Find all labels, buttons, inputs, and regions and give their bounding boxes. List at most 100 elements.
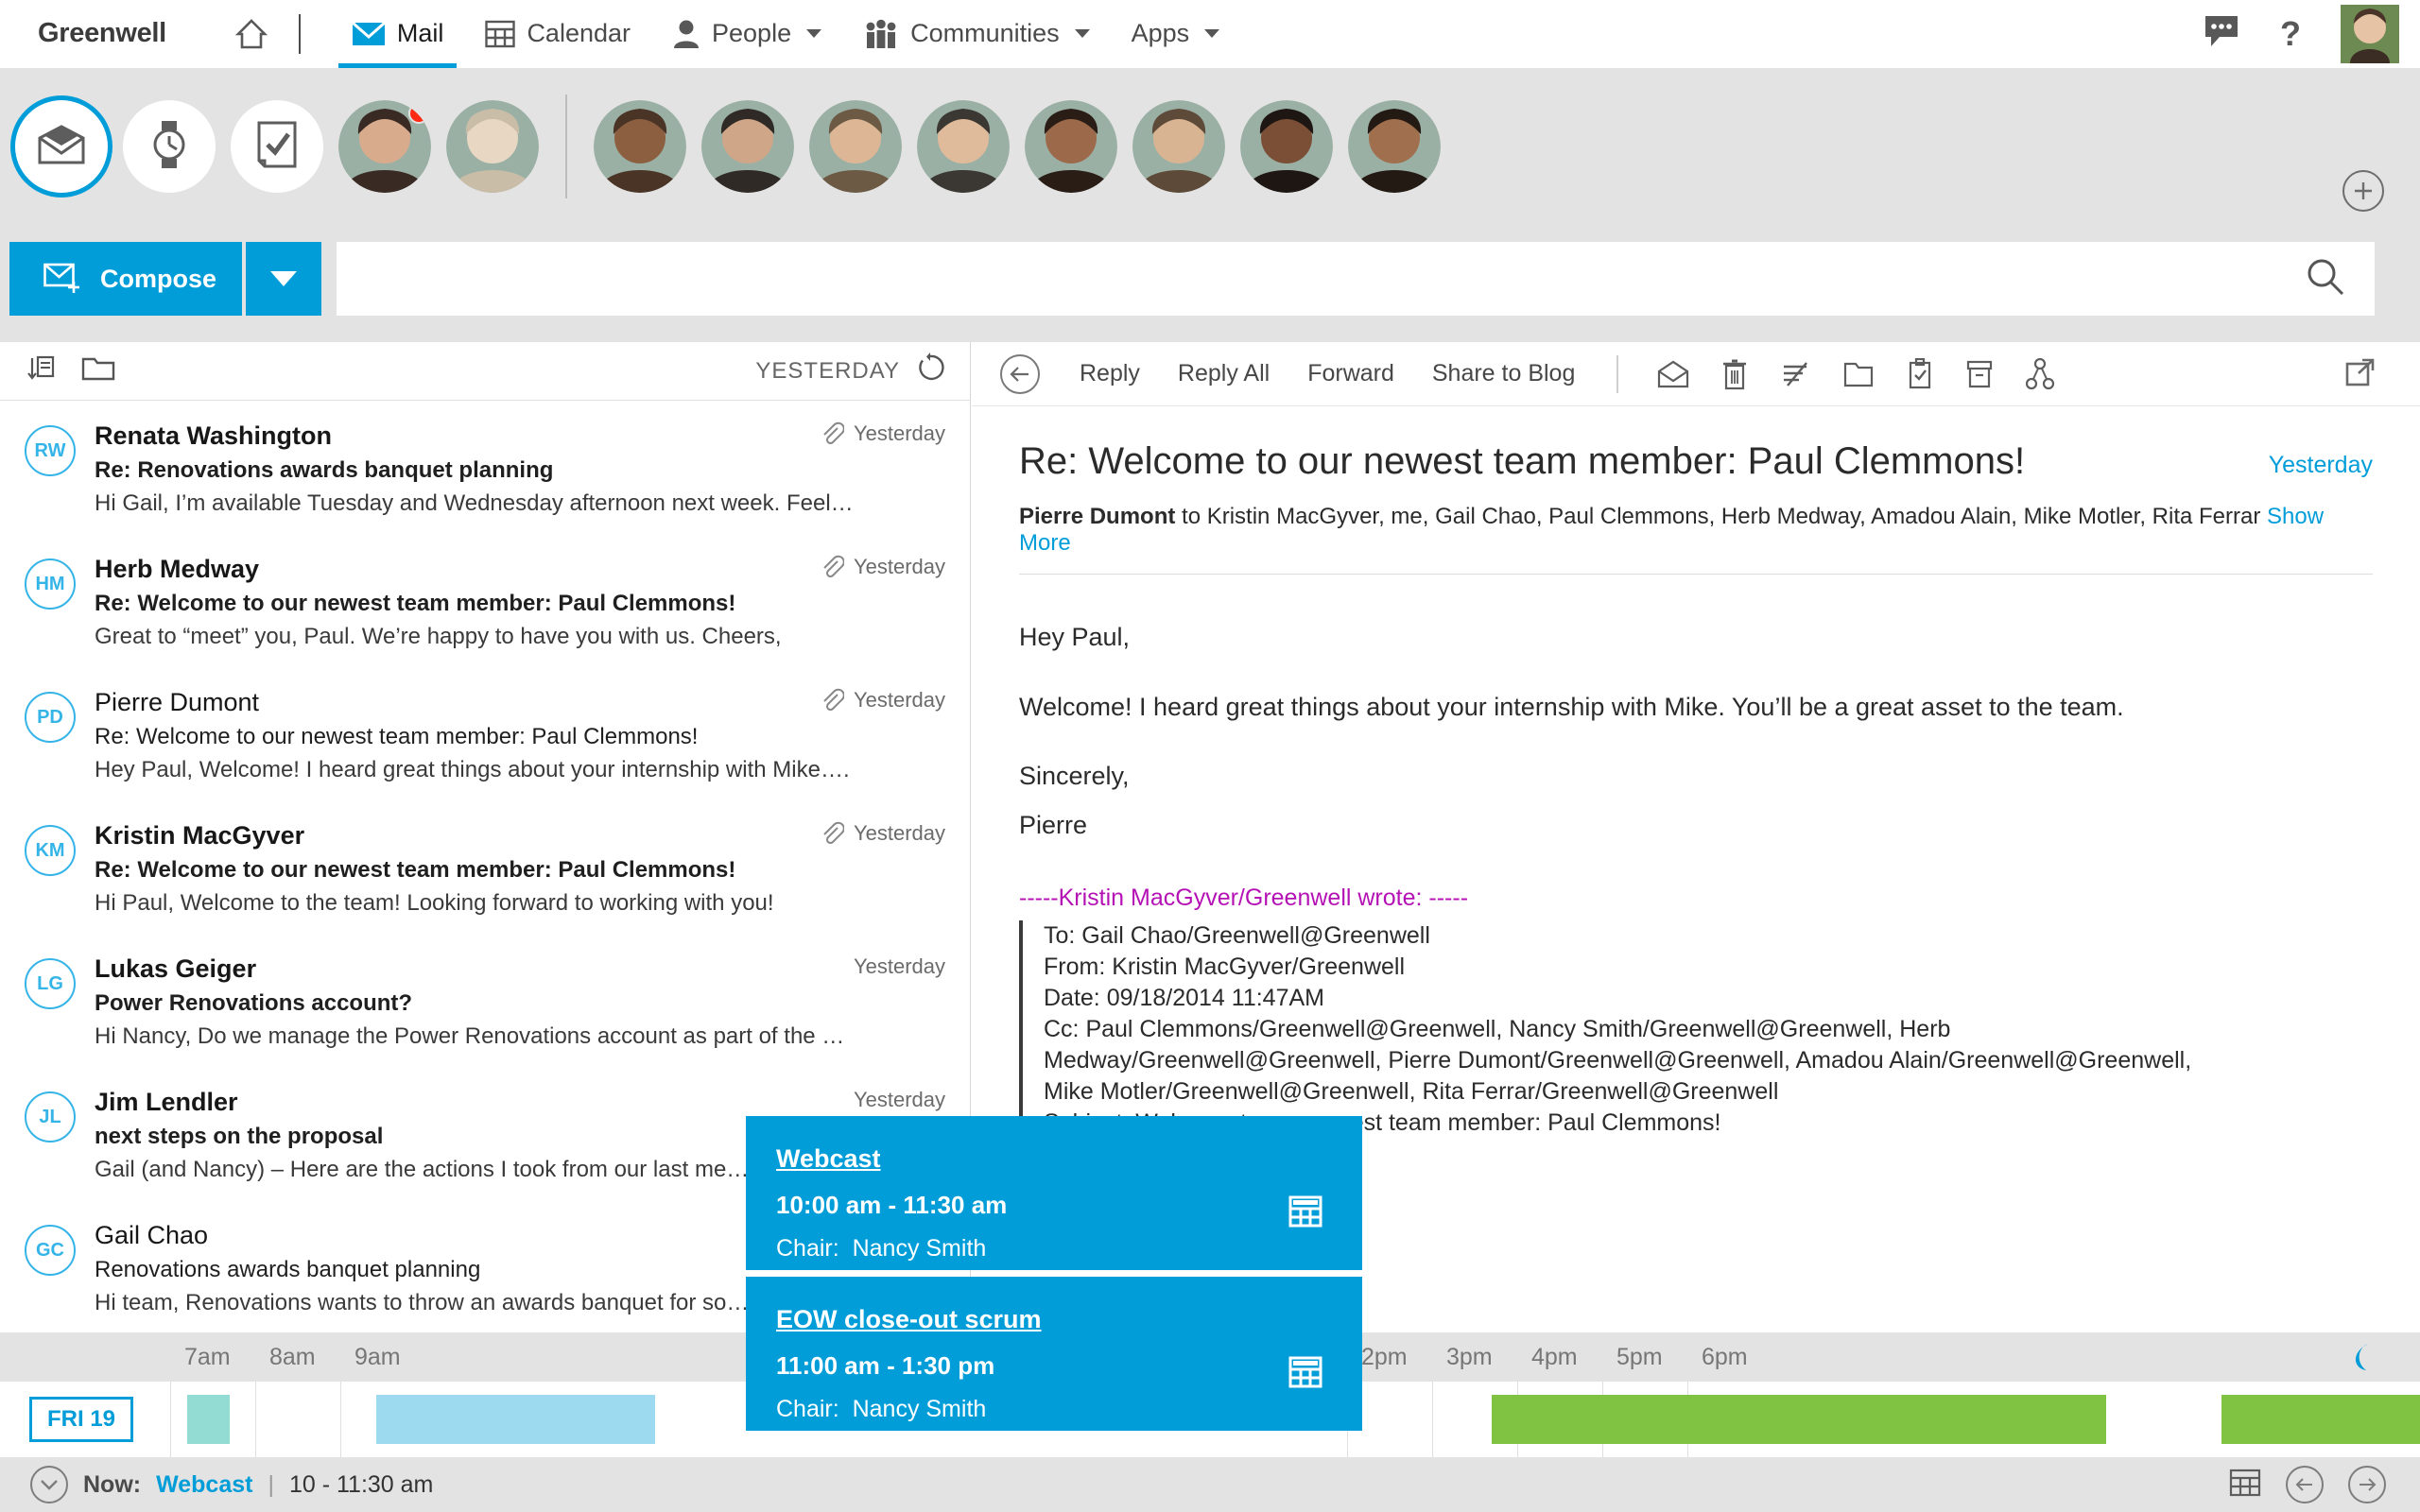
message-sender: Herb Medway [95,555,260,583]
chevron-down-icon [1074,29,1090,38]
avatar-tile-task-check-icon[interactable] [231,100,323,193]
next-arrow-icon[interactable] [2348,1466,2386,1503]
event-time: 11:00 am - 1:30 pm [776,1351,995,1380]
add-task-icon[interactable] [1891,357,1949,390]
message-preview: Great to “meet” you, Paul. We’re happy t… [95,624,782,649]
chat-bubble-icon[interactable] [2203,13,2240,54]
attachment-icon [823,555,844,578]
quoted-line: Date: 09/18/2014 11:47AM [1044,985,1324,1012]
message-list-item[interactable]: LG Lukas Geiger Yesterday Power Renovations… [0,934,970,1067]
message-list-item[interactable]: KM Kristin MacGyver Yesterday Re: Welcome t… [0,800,970,934]
delete-trash-icon[interactable] [1705,358,1764,390]
refresh-icon[interactable] [915,352,945,389]
message-list-item[interactable]: PD Pierre Dumont Yesterday Re: Welcome to o… [0,667,970,800]
folder-icon[interactable] [81,353,115,388]
move-to-folder-icon[interactable] [1826,360,1891,388]
now-event-link[interactable]: Webcast [156,1471,252,1499]
contact-avatar-2[interactable] [446,100,539,193]
timeline-event-block[interactable] [187,1395,230,1444]
reading-pane-header: Re: Welcome to our newest team member: P… [972,406,2420,557]
search-icon[interactable] [2305,256,2346,302]
popout-icon[interactable] [2327,358,2392,390]
forward-button[interactable]: Forward [1288,360,1413,387]
timeline-hour-label: 4pm [1531,1344,1578,1370]
message-list-toolbar: YESTERDAY [0,342,970,401]
timeline-footer-actions [2229,1466,2420,1503]
search-input[interactable] [337,265,2305,293]
share-network-icon[interactable] [2010,357,2070,390]
nav-item-apps[interactable]: Apps [1111,0,1241,68]
message-recipients: Pierre Dumont to Kristin MacGyver, me, G… [1019,504,2373,557]
calendar-grid-icon[interactable] [2229,1468,2261,1503]
contact-avatar-10[interactable] [1348,100,1441,193]
calendar-icon [485,20,516,47]
message-time: Yesterday [853,954,945,978]
reply-button[interactable]: Reply [1061,360,1159,387]
contact-avatar-7[interactable] [1025,100,1117,193]
quoted-line: To: Gail Chao/Greenwell@Greenwell [1044,922,1430,950]
message-list-item[interactable]: HM Herb Medway Yesterday Re: Welcome to our… [0,534,970,667]
message-time: Yesterday [853,821,945,845]
timeline-event-block[interactable] [2221,1395,2420,1444]
message-meta: Yesterday [801,555,945,579]
contact-avatar-6[interactable] [917,100,1010,193]
timeline-hour-label: 3pm [1446,1344,1493,1370]
message-meta: Yesterday [835,1088,945,1112]
prev-arrow-icon[interactable] [2286,1466,2324,1503]
nav-item-calendar[interactable]: Calendar [464,0,651,68]
nav-item-mail[interactable]: Mail [331,0,465,68]
contact-avatar-5[interactable] [809,100,902,193]
chevron-down-circle-icon[interactable] [30,1466,68,1503]
help-icon[interactable]: ? [2280,14,2301,54]
recipient-list: to Kristin MacGyver, me, Gail Chao, Paul… [1175,504,2267,529]
calendar-event-card[interactable]: EOW close-out scrum 11:00 am - 1:30 pm Cha… [746,1277,1362,1431]
event-title[interactable]: Webcast [776,1144,1326,1174]
nav-label-calendar: Calendar [527,19,631,47]
nav-item-people[interactable]: People [651,0,842,68]
contact-avatar-9[interactable] [1240,100,1333,193]
calendar-grid-icon[interactable] [1288,1195,1322,1232]
contact-avatar-8[interactable] [1132,100,1225,193]
compose-dropdown-button[interactable] [246,242,321,316]
contact-initials-avatar: RW [25,425,76,476]
message-time: Yesterday [853,421,945,445]
contact-avatar-1[interactable] [338,100,431,193]
calendar-event-card[interactable]: Webcast 10:00 am - 11:30 am Chair: Nancy S… [746,1116,1362,1270]
message-list-item[interactable]: RW Renata Washington Yesterday Re: Renovati… [0,401,970,534]
brand-title: Greenwell [38,18,166,48]
avatar-tile-watch-clock-icon[interactable] [123,100,216,193]
share-to-blog-button[interactable]: Share to Blog [1413,360,1595,387]
avatar-tile-mail-envelope-icon[interactable] [15,100,108,193]
compose-button[interactable]: Compose [9,242,242,316]
mark-read-strike-icon[interactable] [1764,360,1826,388]
timeline-event-block[interactable] [1492,1395,2106,1444]
reply-all-button[interactable]: Reply All [1159,360,1288,387]
search-bar[interactable] [337,242,2375,316]
now-separator: | [268,1470,274,1498]
mail-icon [351,21,386,45]
timeline-event-block[interactable] [376,1395,655,1444]
contact-avatar-3[interactable] [594,100,686,193]
moon-icon [2342,1338,2380,1381]
event-title[interactable]: EOW close-out scrum [776,1305,1326,1334]
contact-avatar-4[interactable] [701,100,794,193]
event-chair: Chair: Nancy Smith [776,1396,987,1422]
sort-icon[interactable] [25,352,57,389]
home-icon[interactable] [234,17,268,51]
contact-initials-avatar: PD [25,692,76,743]
message-subject-row: Re: Welcome to our newest team member: P… [1019,440,2373,483]
contact-initials-avatar: LG [25,958,76,1009]
mark-unread-icon[interactable] [1641,360,1705,388]
chevron-down-icon [806,29,822,38]
add-contact-button[interactable] [2342,170,2384,212]
calendar-grid-icon[interactable] [1288,1356,1322,1393]
message-subject: Re: Welcome to our newest team member: P… [95,591,736,616]
quoted-line: Cc: Paul Clemmons/Greenwell@Greenwell, N… [1044,1016,1951,1043]
message-date: Yesterday [2268,452,2373,478]
back-arrow-icon[interactable] [1000,353,1040,394]
attachment-icon [823,688,844,712]
nav-item-communities[interactable]: Communities [842,0,1111,68]
nav-label-communities: Communities [910,19,1060,47]
avatar[interactable] [2341,4,2399,63]
archive-icon[interactable] [1949,358,2010,390]
